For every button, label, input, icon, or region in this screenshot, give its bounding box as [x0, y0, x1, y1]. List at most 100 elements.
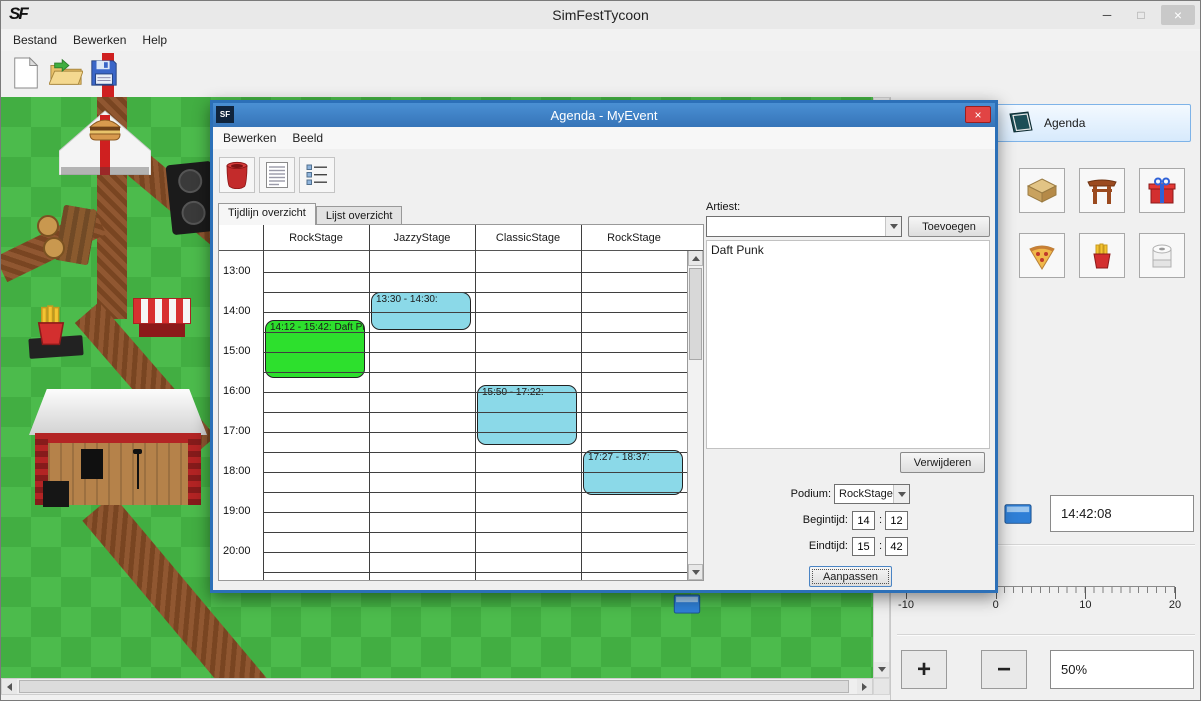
apply-button[interactable]: Aanpassen: [809, 566, 892, 587]
stage-post: [188, 433, 201, 505]
hour-label: 13:00: [223, 265, 251, 277]
end-hour-field[interactable]: [852, 537, 875, 556]
dialog-menu-bewerken[interactable]: Bewerken: [215, 128, 284, 148]
ruler-label: 20: [1169, 599, 1181, 611]
schedule-scrollbar[interactable]: [687, 250, 703, 580]
menu-bewerken[interactable]: Bewerken: [65, 30, 134, 50]
grid-vline: [475, 225, 476, 580]
hour-label: 19:00: [223, 505, 251, 517]
artist-list-item[interactable]: Daft Punk: [707, 241, 989, 259]
zoom-in-button[interactable]: +: [901, 650, 947, 689]
wood-stand[interactable]: [37, 207, 93, 263]
grid-vline: [581, 225, 582, 580]
gate-icon: [1086, 176, 1118, 206]
hscroll-thumb[interactable]: [19, 680, 849, 693]
shop-item-fries[interactable]: [1079, 233, 1125, 278]
window-controls: ─ □ ×: [1093, 3, 1195, 27]
scroll-down-button[interactable]: [874, 662, 889, 677]
fries-icon: [1087, 241, 1117, 271]
shop-item-pallet[interactable]: [1019, 168, 1065, 213]
schedule-scroll-down[interactable]: [688, 564, 703, 580]
tab-lijst-overzicht[interactable]: Lijst overzicht: [316, 206, 403, 225]
open-file-button[interactable]: [47, 55, 85, 93]
screen-icon: [671, 594, 703, 614]
down-arrow-icon: [878, 667, 886, 672]
artist-combobox[interactable]: [706, 216, 902, 237]
schedule-scroll-thumb[interactable]: [689, 268, 702, 360]
delete-event-button[interactable]: [219, 157, 255, 193]
scroll-corner: [873, 678, 890, 695]
stage-speaker: [81, 449, 103, 479]
trash-icon: [225, 161, 249, 189]
left-arrow-icon: [7, 683, 12, 691]
save-button[interactable]: [85, 55, 123, 93]
begin-hour-field[interactable]: [852, 511, 875, 530]
dialog-titlebar[interactable]: SF Agenda - MyEvent ×: [213, 103, 995, 127]
schedule-event-2[interactable]: 15:50 - 17:22:: [477, 385, 577, 444]
stage-beam: [35, 433, 201, 443]
screen-tool-button[interactable]: [1001, 497, 1034, 531]
menu-help[interactable]: Help: [134, 30, 175, 50]
stage-floor: [48, 443, 188, 505]
striped-tent[interactable]: [133, 298, 191, 340]
zoom-level-display: 50%: [1050, 650, 1194, 689]
floppy-disk-icon: [89, 58, 119, 91]
right-arrow-icon: [862, 683, 867, 691]
column-header-0: RockStage: [263, 225, 369, 250]
detail-view-button[interactable]: [259, 157, 295, 193]
maximize-button[interactable]: □: [1127, 5, 1155, 25]
header-divider: [219, 250, 703, 251]
shop-item-gate[interactable]: [1079, 168, 1125, 213]
schedule-event-0[interactable]: 14:12 - 15:42: Daft Punk: [265, 320, 365, 378]
artist-listbox[interactable]: Daft Punk: [706, 240, 990, 449]
menu-bestand[interactable]: Bestand: [5, 30, 65, 50]
agenda-button[interactable]: Agenda: [995, 104, 1191, 142]
mic-head: [133, 449, 142, 454]
hour-label: 17:00: [223, 425, 251, 437]
food-tent[interactable]: [59, 109, 151, 175]
dialog-menu-beeld[interactable]: Beeld: [284, 128, 331, 148]
close-button[interactable]: ×: [1161, 5, 1195, 25]
begin-minute-field[interactable]: [885, 511, 908, 530]
scroll-right-button[interactable]: [857, 679, 872, 694]
stage-monitor: [43, 481, 69, 507]
shop-item-gift[interactable]: [1139, 168, 1185, 213]
schedule-event-1[interactable]: 13:30 - 14:30:: [371, 292, 471, 330]
grid-vline: [263, 225, 264, 580]
chevron-down-icon: [893, 485, 909, 503]
log: [43, 237, 65, 259]
shop-item-toilet-paper[interactable]: [1139, 233, 1185, 278]
list-icon: [305, 162, 329, 188]
scroll-left-button[interactable]: [2, 679, 17, 694]
tab-bar: Tijdlijn overzichtLijst overzicht: [218, 203, 402, 225]
minimize-button[interactable]: ─: [1093, 5, 1121, 25]
tab-tijdlijn-overzicht[interactable]: Tijdlijn overzicht: [218, 203, 316, 225]
podium-combobox[interactable]: RockStage: [834, 484, 910, 504]
tent-icon: [59, 109, 151, 175]
map-hscrollbar[interactable]: [1, 678, 873, 695]
artist-label: Artiest:: [706, 201, 740, 213]
screen-sign[interactable]: [671, 594, 703, 614]
new-document-icon: [11, 56, 41, 93]
grid-vline: [369, 225, 370, 580]
open-folder-icon: [49, 57, 83, 92]
remove-artist-button[interactable]: Verwijderen: [900, 452, 985, 473]
main-stage[interactable]: [29, 389, 207, 509]
zoom-out-button[interactable]: −: [981, 650, 1027, 689]
new-file-button[interactable]: [7, 55, 45, 93]
list-view-button[interactable]: [299, 157, 335, 193]
ruler-major-tick: [1175, 587, 1176, 599]
chevron-down-icon: [885, 217, 901, 236]
tent-underside: [139, 324, 185, 337]
dialog-close-button[interactable]: ×: [965, 106, 991, 123]
add-artist-button[interactable]: Toevoegen: [908, 216, 990, 237]
stage-roof: [29, 389, 207, 435]
column-header-3: RockStage: [581, 225, 687, 250]
column-header-1: JazzyStage: [369, 225, 475, 250]
shop-item-pizza[interactable]: [1019, 233, 1065, 278]
mic-stand: [137, 453, 139, 489]
agenda-dialog: SF Agenda - MyEvent × BewerkenBeeld: [210, 100, 998, 593]
fries-stand[interactable]: [23, 303, 85, 357]
end-minute-field[interactable]: [885, 537, 908, 556]
schedule-scroll-up[interactable]: [688, 250, 703, 266]
